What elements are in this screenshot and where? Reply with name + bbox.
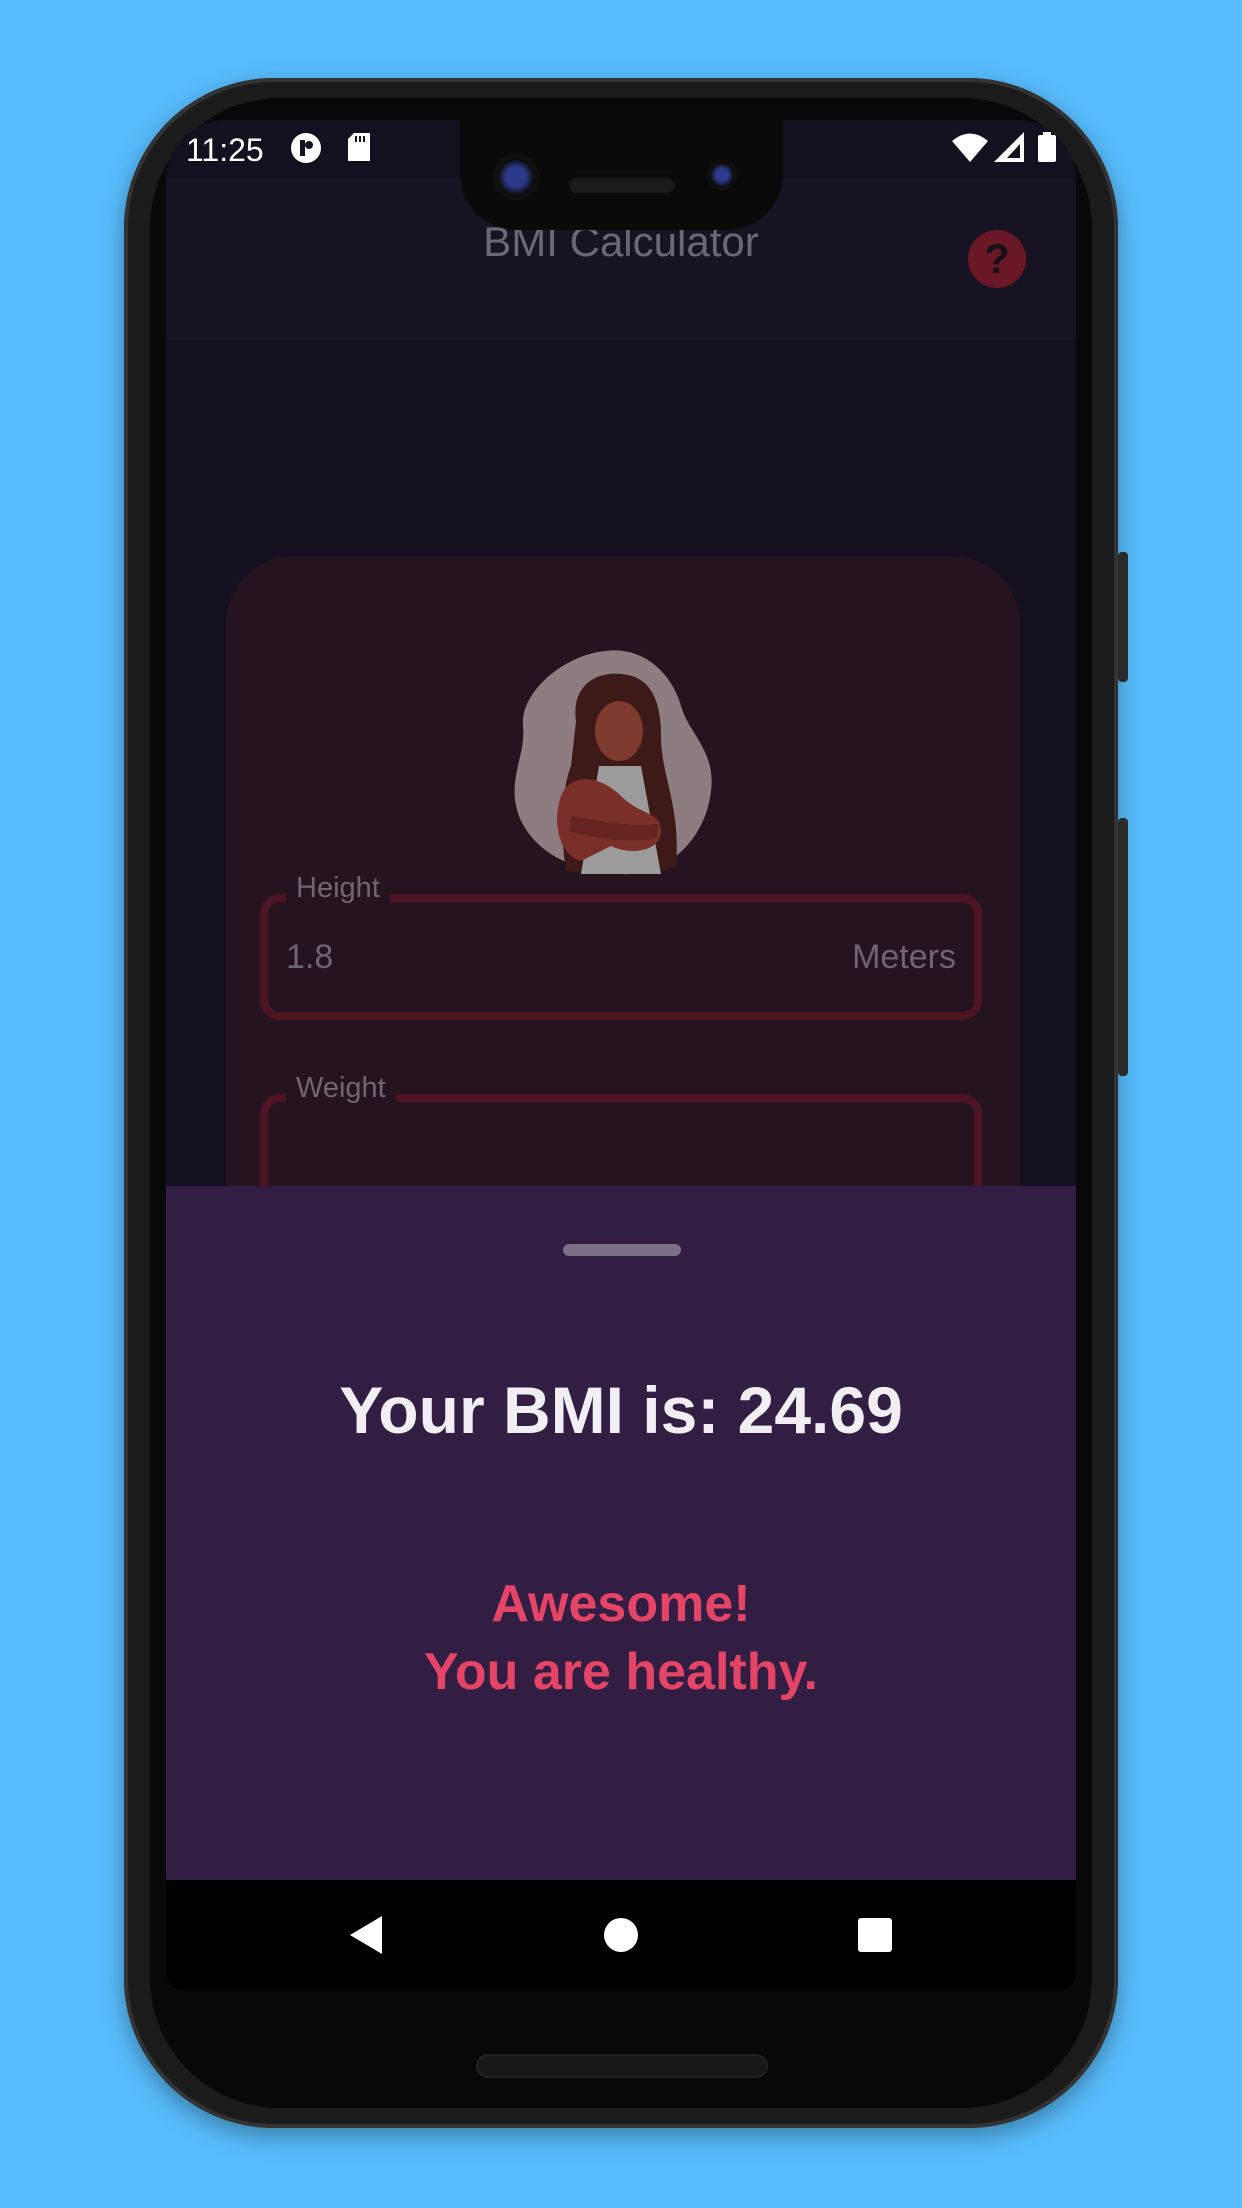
back-icon[interactable]	[336, 1906, 394, 1964]
volume-button	[1118, 818, 1128, 1076]
height-value: 1.8	[286, 938, 334, 976]
help-icon: ?	[984, 235, 1010, 282]
height-field[interactable]: Height 1.8 Meters	[260, 872, 982, 1020]
help-button[interactable]: ?	[968, 230, 1026, 288]
input-card: Height 1.8 Meters Weight	[226, 556, 1020, 1256]
verdict-line-2: You are healthy.	[424, 1643, 818, 1701]
front-camera	[493, 154, 539, 200]
sd-card-icon	[346, 132, 372, 169]
recents-icon[interactable]	[846, 1906, 904, 1964]
power-button	[1118, 552, 1128, 682]
bmi-verdict: Awesome! You are healthy.	[166, 1570, 1076, 1706]
front-sensor	[707, 160, 737, 190]
wifi-icon	[952, 132, 988, 169]
verdict-line-1: Awesome!	[491, 1575, 751, 1633]
home-icon[interactable]	[592, 1906, 650, 1964]
battery-icon	[1038, 132, 1056, 169]
bmi-result-text: Your BMI is: 24.69	[339, 1373, 903, 1447]
height-unit: Meters	[852, 938, 956, 976]
phone-chin-speaker	[476, 2054, 768, 2078]
navigation-bar	[166, 1880, 1076, 1990]
status-time: 11:25	[186, 132, 264, 168]
result-bottom-sheet: Your BMI is: 24.69 Awesome! You are heal…	[166, 1186, 1076, 1880]
height-label: Height	[286, 872, 390, 905]
sheet-drag-handle[interactable]	[563, 1244, 681, 1256]
camera-notch	[460, 120, 783, 230]
person-illustration	[514, 650, 712, 875]
signal-icon	[994, 132, 1024, 169]
earpiece-speaker	[568, 175, 676, 193]
screen: 11:25 BMI Calculator ? Height 1.8 Meters…	[166, 120, 1076, 1990]
app-notification-icon	[290, 132, 322, 171]
weight-label: Weight	[286, 1072, 396, 1105]
